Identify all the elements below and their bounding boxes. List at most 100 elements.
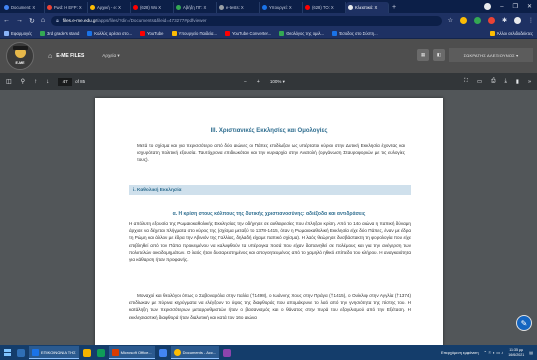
tab-favicon-icon bbox=[4, 5, 9, 10]
browser-tab[interactable]: (628) TO: X bbox=[303, 2, 346, 13]
pdf-viewer[interactable]: III. Χριστιανικές Εκκλησίες και Ομολογίε… bbox=[0, 90, 537, 345]
bookmark-label: Έσοδος στο Σύστη... bbox=[338, 30, 378, 36]
logo-cap bbox=[13, 46, 28, 50]
print-icon[interactable]: ⎙ bbox=[491, 78, 495, 85]
windows-start-icon[interactable] bbox=[0, 345, 14, 360]
tab-title: Κλειστικό: X bbox=[355, 5, 378, 10]
taskbar-pinned-icon[interactable] bbox=[220, 345, 234, 360]
home-icon[interactable]: ⌂ bbox=[48, 53, 52, 60]
tab-favicon-icon bbox=[219, 5, 224, 10]
bookmark-item[interactable]: YouTube bbox=[140, 30, 164, 36]
url-input[interactable]: 🔒︎ files.e-me.edu.gr/apps/files/?dir=/Do… bbox=[51, 15, 442, 26]
browser-tab[interactable]: (628) Wo X bbox=[131, 2, 174, 13]
next-page-icon[interactable]: ↓ bbox=[46, 79, 49, 85]
other-bookmarks[interactable]: Άλλοι σελιδοδείκτες bbox=[489, 30, 533, 36]
browser-tab[interactable]: Υπουργεί: X bbox=[260, 2, 303, 13]
back-icon[interactable]: ← bbox=[3, 17, 10, 24]
tab-favicon-icon bbox=[262, 5, 267, 10]
minimize-icon[interactable]: – bbox=[500, 4, 503, 10]
bookmark-item[interactable]: Υπουργείο Παιδεία... bbox=[171, 30, 217, 36]
taskbar-pinned-icon[interactable] bbox=[14, 345, 28, 360]
taskbar-pinned-icon[interactable] bbox=[80, 345, 94, 360]
browser-tab[interactable]: e-tests: X bbox=[217, 2, 260, 13]
app-menu[interactable]: Αρχεία ▾ bbox=[102, 53, 119, 59]
youtube-icon bbox=[140, 30, 146, 36]
profile-avatar-icon[interactable] bbox=[484, 3, 492, 10]
bookmark-label: Υπουργείο Παιδεία... bbox=[178, 30, 217, 36]
reload-icon[interactable]: ↻ bbox=[29, 17, 35, 25]
app-brand[interactable]: E-ME FILES bbox=[56, 53, 84, 59]
extension-icon[interactable] bbox=[459, 17, 467, 24]
tab-title: Αβήξη ΠΓ: X bbox=[183, 5, 207, 10]
browser-tab[interactable]: Αρχική - e: X bbox=[88, 2, 131, 13]
browser-tab[interactable]: Document: X bbox=[2, 2, 45, 13]
taskbar-app[interactable]: Microsoft Office... bbox=[108, 346, 155, 359]
bookmark-label: Άλλοι σελιδοδείκτες bbox=[496, 30, 533, 36]
download-icon[interactable]: ⤓ bbox=[504, 78, 506, 85]
e-me-logo[interactable]: E-ME bbox=[6, 42, 34, 70]
maximize-icon[interactable]: ❐ bbox=[513, 3, 518, 10]
extension-icon[interactable] bbox=[487, 17, 495, 24]
bookmark-item[interactable]: YouTube Converter... bbox=[224, 30, 271, 36]
chrome-icon bbox=[173, 348, 181, 356]
browser-tab-active[interactable]: Κλειστικό: X bbox=[346, 2, 389, 13]
taskbar-app[interactable]: Documents - Acc... bbox=[170, 346, 220, 359]
tools-menu-icon[interactable]: » bbox=[528, 79, 531, 85]
search-icon[interactable]: ⚲ bbox=[21, 78, 25, 85]
tab-title: Fwd: H EFP: X bbox=[54, 5, 82, 10]
prev-page-icon[interactable]: ↑ bbox=[34, 79, 37, 85]
bookmark-item[interactable]: Κολλύς αρέσει στο... bbox=[87, 30, 132, 36]
taskbar-pinned-icon[interactable] bbox=[156, 345, 170, 360]
notifications-icon[interactable]: ▤ bbox=[529, 350, 533, 355]
weather-widget[interactable]: Επερχόμενη εμφάνιση bbox=[441, 351, 479, 355]
browser-tab[interactable]: Fwd: H EFP: X bbox=[45, 2, 88, 13]
presentation-icon[interactable]: ⛶ bbox=[464, 78, 468, 85]
extension-icon[interactable] bbox=[473, 17, 481, 24]
browser-tab-strip: Document: X Fwd: H EFP: X Αρχική - e: X … bbox=[0, 0, 537, 13]
bookmark-item[interactable]: Θεολόγος της ομιλ... bbox=[279, 30, 324, 36]
pdf-actions: ⛶ ▭ ⎙ ⤓ ▮ » bbox=[464, 78, 531, 85]
header-right: ▦ ◧ ΣΩΚΡΑΤΗΣ ΑΛΕΞΙΟΥΝΟΣ ▾ bbox=[417, 48, 533, 62]
taskbar-app[interactable]: ΕΠΙΚΟΙΝΩΝΙΑ ΤΗΣ bbox=[29, 346, 79, 359]
user-menu[interactable]: ΣΩΚΡΑΤΗΣ ΑΛΕΞΙΟΥΝΟΣ ▾ bbox=[449, 48, 533, 62]
bookmark-item[interactable]: 3rd grade's stand bbox=[40, 30, 79, 36]
open-file-icon[interactable]: ▭ bbox=[477, 79, 482, 85]
app-menu-label: Αρχεία bbox=[102, 53, 117, 58]
section-heading: i. Καθολική Εκκλησία bbox=[129, 185, 411, 195]
url-path: /apps/files/?dir=/Documents&fileid=47327… bbox=[97, 18, 207, 23]
lock-icon: 🔒︎ bbox=[56, 17, 59, 24]
forward-icon[interactable]: → bbox=[16, 17, 23, 24]
assistant-fab-icon[interactable]: ✎ bbox=[516, 315, 532, 331]
profile-icon[interactable] bbox=[514, 17, 521, 24]
sidebar-toggle-icon[interactable]: ◫ bbox=[6, 78, 12, 85]
browser-tab[interactable]: Αβήξη ΠΓ: X bbox=[174, 2, 217, 13]
notifications-button[interactable]: ◧ bbox=[433, 49, 445, 61]
intro-paragraph: Μετά το σχίσμα και για περισσότερο από δ… bbox=[137, 143, 405, 163]
bookmark-item[interactable]: Εφαρμογές bbox=[4, 30, 32, 36]
extensions-puzzle-icon[interactable]: ✱ bbox=[502, 17, 507, 24]
new-tab-button[interactable]: + bbox=[389, 2, 399, 13]
url-host: files.e-me.edu.gr bbox=[62, 18, 97, 23]
tab-title: (628) Wo X bbox=[140, 5, 162, 10]
bookmark-star-icon[interactable]: ☆ bbox=[448, 17, 453, 24]
close-window-icon[interactable]: ✕ bbox=[527, 3, 532, 10]
clock[interactable]: 11:35 μμ 16/6/2021 bbox=[508, 348, 524, 357]
browser-menu-icon[interactable]: ⋮ bbox=[528, 17, 534, 24]
system-tray: Επερχόμενη εμφάνιση ⌃ ⚐ ◐ ▭ ♪ 11:35 μμ 1… bbox=[441, 348, 537, 357]
bookmark-icon[interactable]: ▮ bbox=[516, 79, 519, 85]
zoom-out-icon[interactable]: − bbox=[244, 79, 247, 85]
browser-actions: ☆ ✱ ⋮ bbox=[448, 17, 534, 24]
grid-apps-button[interactable]: ▦ bbox=[417, 49, 429, 61]
zoom-level[interactable]: 100% ▾ bbox=[270, 79, 285, 85]
bookmark-item[interactable]: Έσοδος στο Σύστη... bbox=[331, 30, 378, 36]
zoom-in-icon[interactable]: + bbox=[257, 79, 260, 85]
tab-title: (628) TO: X bbox=[312, 5, 334, 10]
clock-time: 11:35 μμ bbox=[509, 348, 524, 352]
home-icon[interactable]: ⌂ bbox=[41, 17, 45, 24]
page-number-input[interactable]: 47 bbox=[58, 77, 73, 86]
tray-icons[interactable]: ⌃ ⚐ ◐ ▭ ♪ bbox=[484, 350, 504, 355]
taskbar-pinned-icon[interactable] bbox=[94, 345, 108, 360]
clock-date: 16/6/2021 bbox=[508, 352, 525, 357]
pdf-page: III. Χριστιανικές Εκκλησίες και Ομολογίε… bbox=[95, 98, 443, 345]
subsection-heading: α. Η κρίση στους κόλπους της δυτικής χρι… bbox=[172, 211, 366, 217]
